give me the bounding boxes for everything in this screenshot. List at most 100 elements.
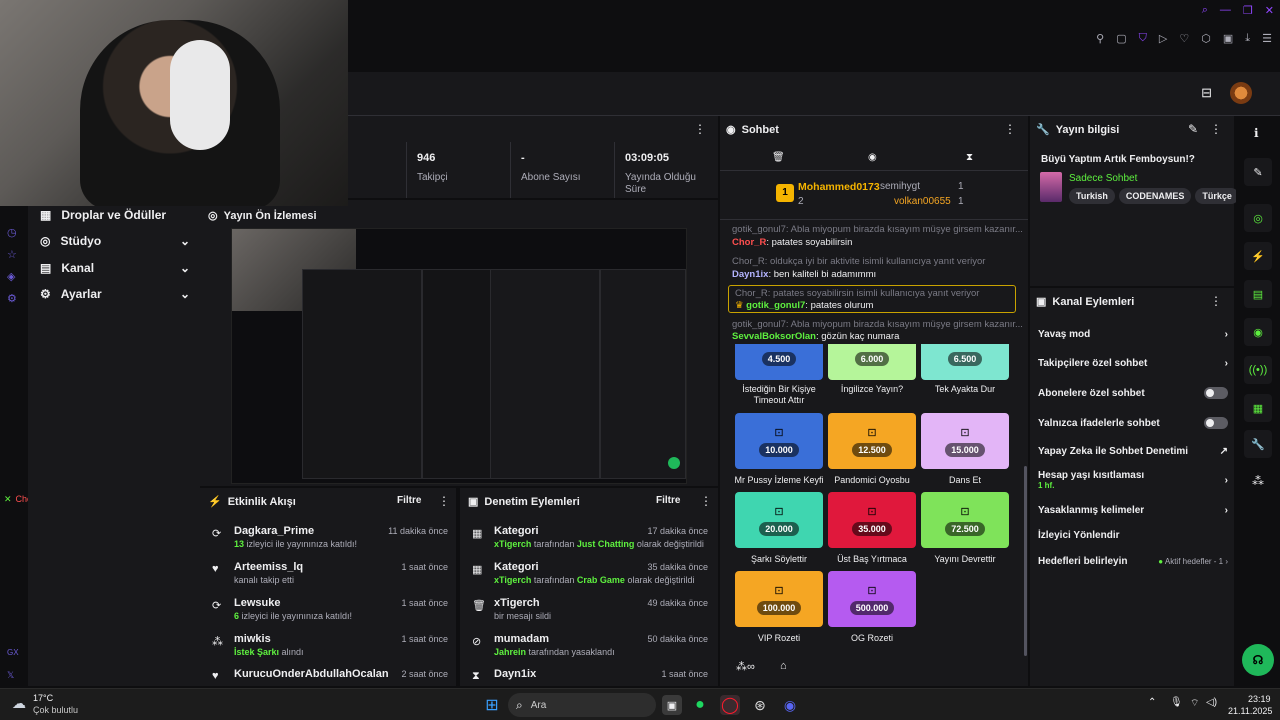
- more-icon[interactable]: ⋮: [438, 494, 450, 508]
- action-sub-chat[interactable]: Abonelere özel sohbet: [1038, 387, 1228, 399]
- reward-tile[interactable]: 6.500: [921, 344, 1009, 380]
- action-banned-words[interactable]: Yasaklanmış kelimeler ›: [1038, 505, 1228, 516]
- nav-studio[interactable]: ◎ Stüdyo ⌄: [40, 234, 190, 248]
- mask-icon[interactable]: ⊟: [1201, 85, 1212, 101]
- toggle[interactable]: [1204, 417, 1228, 429]
- wrench-icon[interactable]: 🔧: [1244, 430, 1272, 458]
- info-icon[interactable]: ℹ: [1254, 126, 1259, 140]
- action-account-age[interactable]: Hesap yaşı kısıtlaması 1 hf. ›: [1038, 470, 1228, 490]
- bolt-icon[interactable]: ⚡: [1244, 242, 1272, 270]
- layout-icon[interactable]: ▦: [1244, 394, 1272, 422]
- extensions-icon[interactable]: ⬡: [1201, 32, 1211, 45]
- start-button[interactable]: ⊞: [482, 695, 502, 715]
- nav-settings[interactable]: ⚙ Ayarlar ⌄: [40, 287, 190, 301]
- points-icon[interactable]: ⁂: [1252, 474, 1264, 488]
- heart-icon[interactable]: ♡: [1179, 32, 1189, 45]
- download-icon[interactable]: ⤓: [1245, 32, 1250, 45]
- spotify-icon[interactable]: ●: [690, 695, 710, 715]
- list-item[interactable]: ⟳ Lewsuke 6 izleyici ile yayınınıza katı…: [212, 597, 448, 631]
- task-view-icon[interactable]: ▣: [662, 695, 682, 715]
- avatar[interactable]: [1230, 82, 1252, 104]
- nav-drops[interactable]: ▦ Droplar ve Ödüller: [40, 208, 190, 222]
- discord-icon[interactable]: ◉: [780, 695, 800, 715]
- steam-icon[interactable]: ⊛: [750, 695, 770, 715]
- chat-user[interactable]: gotik_gonul7: [746, 300, 805, 311]
- clock-icon[interactable]: ◷: [7, 226, 17, 239]
- shield-icon[interactable]: ⛉: [1139, 32, 1147, 45]
- weather-temp[interactable]: 17°C: [33, 693, 53, 703]
- list-item[interactable]: ▦ Kategori xTigerch tarafından Crab Game…: [472, 561, 708, 595]
- list-item[interactable]: ⊘ mumadam Jahrein tarafından yasaklandı …: [472, 633, 708, 667]
- more-icon[interactable]: ⋮: [1210, 122, 1222, 136]
- leader-third[interactable]: volkan00655: [894, 196, 951, 207]
- toggle[interactable]: [1204, 387, 1228, 399]
- support-button[interactable]: ☊: [1242, 644, 1274, 676]
- store-icon[interactable]: ⌂: [780, 660, 787, 672]
- reward-tile[interactable]: ⊡ 500.000: [828, 571, 916, 627]
- tag[interactable]: Turkish: [1069, 188, 1115, 204]
- x-icon[interactable]: 𝕏: [7, 670, 14, 681]
- list-item[interactable]: ♥ Arteemiss_lq kanalı takip etti 1 saat …: [212, 561, 448, 595]
- box-icon[interactable]: ▣: [1223, 32, 1233, 45]
- more-icon[interactable]: ⋮: [1004, 122, 1016, 136]
- list-item[interactable]: 🗑 xTigerch bir mesajı sildi 49 dakika ön…: [472, 597, 708, 631]
- reward-tile[interactable]: ⊡ 15.000: [921, 413, 1009, 469]
- more-icon[interactable]: ⋮: [694, 122, 706, 136]
- action-raid[interactable]: İzleyici Yönlendir: [1038, 530, 1228, 541]
- reward-tile[interactable]: ⊡ 72.500: [921, 492, 1009, 548]
- crop-icon[interactable]: ▢: [1116, 32, 1126, 45]
- star-icon[interactable]: ☆: [7, 248, 17, 261]
- stream-preview-video[interactable]: [231, 228, 687, 484]
- action-slow-mode[interactable]: Yavaş mod ›: [1038, 329, 1228, 340]
- pin-icon[interactable]: ⚲: [1096, 32, 1104, 45]
- hourglass-icon[interactable]: ⧗: [966, 152, 973, 163]
- chat-bubble-icon[interactable]: ◉: [868, 152, 877, 163]
- chat-user[interactable]: Dayn1ix: [732, 269, 768, 280]
- restore-icon[interactable]: ❐: [1243, 4, 1253, 17]
- scrollbar[interactable]: [1024, 466, 1027, 656]
- trash-icon[interactable]: 🗑: [772, 152, 785, 163]
- action-follower-chat[interactable]: Takipçilere özel sohbet ›: [1038, 358, 1228, 369]
- play-icon[interactable]: ▷: [1159, 32, 1167, 45]
- menu-icon[interactable]: ☰: [1262, 32, 1272, 45]
- taskbar-search[interactable]: ⌕ Ara: [508, 693, 656, 717]
- points-icon[interactable]: ⁂∞: [736, 660, 755, 673]
- list-item[interactable]: ⟳ Dagkara_Prime 13 izleyici ile yayınını…: [212, 525, 448, 559]
- clock-time[interactable]: 23:19: [1248, 694, 1271, 704]
- tag[interactable]: Türkçe: [1195, 188, 1239, 204]
- reward-tile[interactable]: 4.500: [735, 344, 823, 380]
- chevron-up-icon[interactable]: ⌃: [1148, 697, 1156, 708]
- mic-icon[interactable]: 🎙: [1170, 697, 1183, 708]
- reward-tile[interactable]: 6.000: [828, 344, 916, 380]
- list-item[interactable]: ⁂ miwkis İstek Şarkı alındı 1 saat önce: [212, 633, 448, 667]
- wifi-icon[interactable]: ⌔: [1190, 697, 1199, 710]
- gear-icon[interactable]: ⚙: [7, 292, 17, 305]
- action-emote-chat[interactable]: Yalnızca ifadelerle sohbet: [1038, 417, 1228, 429]
- action-ai-moderation[interactable]: Yapay Zeka ile Sohbet Denetimi ↗: [1038, 446, 1228, 457]
- notes-icon[interactable]: ▤: [1244, 280, 1272, 308]
- activity-filter[interactable]: Filtre: [397, 495, 421, 506]
- reward-tile[interactable]: ⊡ 12.500: [828, 413, 916, 469]
- opera-gx-icon[interactable]: ◯: [720, 695, 740, 715]
- tag[interactable]: CODENAMES: [1118, 188, 1192, 204]
- chat-icon[interactable]: ◈: [7, 270, 15, 283]
- list-item[interactable]: ▦ Kategori xTigerch tarafından Just Chat…: [472, 525, 708, 559]
- edit-icon[interactable]: ✎: [1244, 158, 1272, 186]
- reward-tile[interactable]: ⊡ 10.000: [735, 413, 823, 469]
- nav-channel[interactable]: ▤ Kanal ⌄: [40, 261, 190, 275]
- chat-icon[interactable]: ◉: [1244, 318, 1272, 346]
- reward-tile[interactable]: ⊡ 100.000: [735, 571, 823, 627]
- close-icon[interactable]: ✕: [1265, 4, 1274, 17]
- reward-tile[interactable]: ⊡ 35.000: [828, 492, 916, 548]
- clock-date[interactable]: 21.11.2025: [1228, 706, 1272, 716]
- reward-tile[interactable]: ⊡ 20.000: [735, 492, 823, 548]
- clip-icon[interactable]: ◎: [1244, 204, 1272, 232]
- more-icon[interactable]: ⋮: [700, 494, 712, 508]
- edit-icon[interactable]: ✎: [1188, 122, 1198, 136]
- action-goals[interactable]: Hedefleri belirleyin ● Aktif hedefler - 1…: [1038, 556, 1228, 567]
- category-thumbnail[interactable]: [1040, 172, 1062, 202]
- speaker-icon[interactable]: ◁): [1206, 697, 1217, 708]
- chat-user[interactable]: Chor_R: [732, 237, 766, 248]
- search-icon[interactable]: ⌕: [1202, 4, 1208, 17]
- broadcast-icon[interactable]: ((•)): [1244, 356, 1272, 384]
